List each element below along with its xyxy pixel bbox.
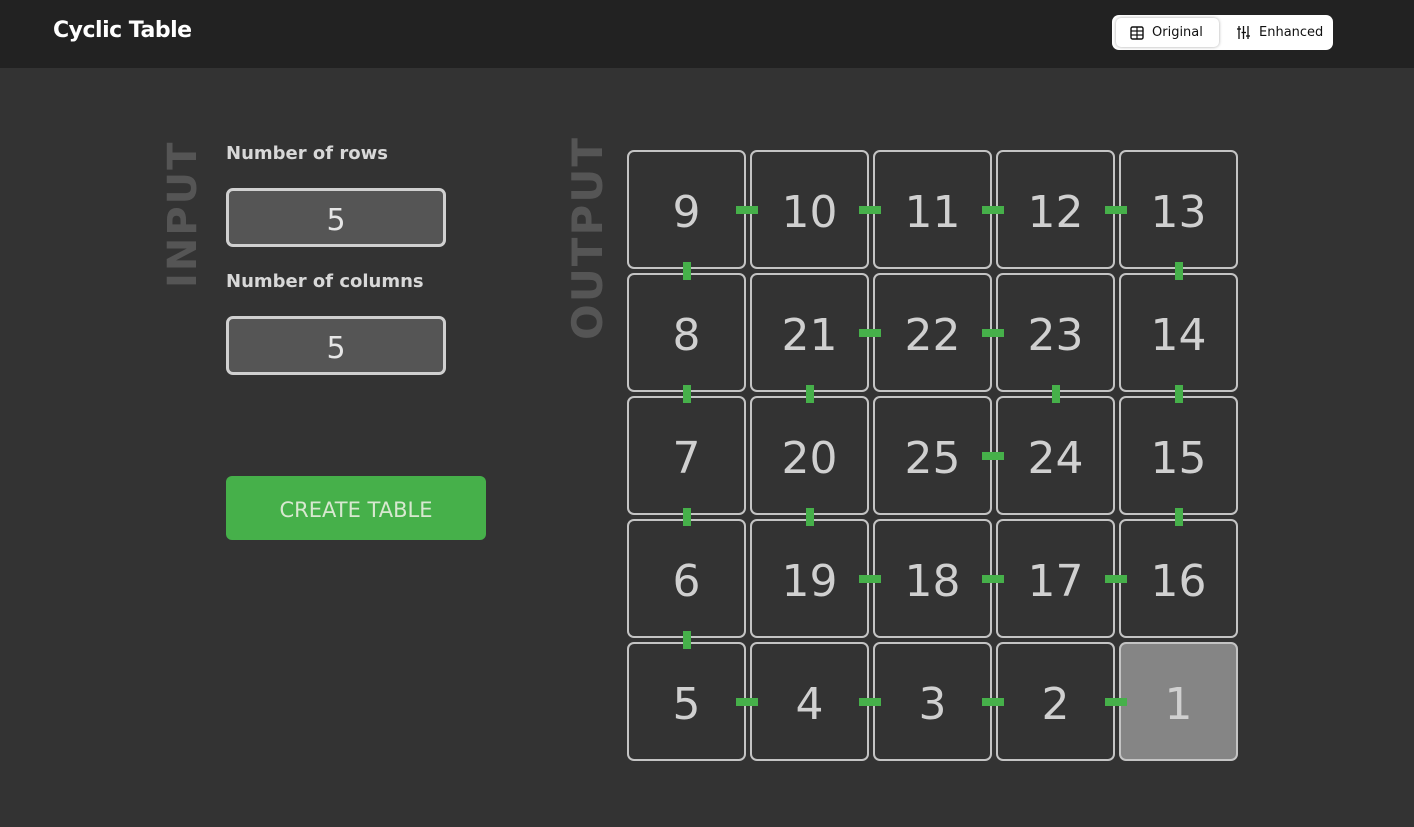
path-connector [806, 385, 814, 403]
input-section-label: INPUT [160, 140, 206, 288]
table-cell: 22 [873, 273, 992, 392]
path-connector [683, 385, 691, 403]
original-view-label: Original [1152, 25, 1203, 40]
table-cell: 12 [996, 150, 1115, 269]
columns-label: Number of columns [226, 271, 424, 292]
table-cell: 3 [873, 642, 992, 761]
path-connector [683, 262, 691, 280]
path-connector [859, 698, 881, 706]
path-connector [736, 206, 758, 214]
path-connector [683, 508, 691, 526]
path-connector [859, 575, 881, 583]
table-cell: 11 [873, 150, 992, 269]
table-cell: 18 [873, 519, 992, 638]
table-cell: 17 [996, 519, 1115, 638]
path-connector [1052, 385, 1060, 403]
columns-input[interactable] [226, 316, 446, 375]
table-cell: 5 [627, 642, 746, 761]
view-toggle: Original Enhanced [1112, 15, 1333, 50]
table-cell: 4 [750, 642, 869, 761]
table-cell: 1 [1119, 642, 1238, 761]
table-cell: 15 [1119, 396, 1238, 515]
table-cell: 9 [627, 150, 746, 269]
path-connector [806, 508, 814, 526]
path-connector [859, 206, 881, 214]
top-bar: Cyclic Table Original Enhanced [0, 0, 1414, 68]
table-cell: 8 [627, 273, 746, 392]
table-cell: 21 [750, 273, 869, 392]
table-cell: 25 [873, 396, 992, 515]
path-connector [982, 698, 1004, 706]
table-cell: 19 [750, 519, 869, 638]
table-cell: 13 [1119, 150, 1238, 269]
path-connector [982, 329, 1004, 337]
path-connector [859, 329, 881, 337]
table-cell: 20 [750, 396, 869, 515]
path-connector [683, 631, 691, 649]
cyclic-table-grid: 9 10 11 12 13 8 21 22 23 14 7 20 25 24 15 6 19 18 17 16 5 4 3 2… [627, 150, 1239, 762]
path-connector [1105, 575, 1127, 583]
path-connector [736, 698, 758, 706]
original-view-button[interactable]: Original [1116, 18, 1219, 47]
table-cell: 7 [627, 396, 746, 515]
rows-input[interactable] [226, 188, 446, 247]
path-connector [1105, 698, 1127, 706]
table-cell: 23 [996, 273, 1115, 392]
app-title: Cyclic Table [53, 18, 192, 43]
table-cell: 10 [750, 150, 869, 269]
path-connector [982, 452, 1004, 460]
path-connector [1175, 508, 1183, 526]
table-cell: 6 [627, 519, 746, 638]
output-section-label: OUTPUT [563, 136, 612, 340]
table-cell: 24 [996, 396, 1115, 515]
path-connector [1175, 262, 1183, 280]
table-cell: 14 [1119, 273, 1238, 392]
table-icon [1130, 25, 1144, 40]
enhanced-view-button[interactable]: Enhanced [1224, 18, 1330, 47]
path-connector [982, 575, 1004, 583]
path-connector [1175, 385, 1183, 403]
path-connector [982, 206, 1004, 214]
table-cell: 16 [1119, 519, 1238, 638]
table-cell: 2 [996, 642, 1115, 761]
rows-label: Number of rows [226, 143, 388, 164]
path-connector [1105, 206, 1127, 214]
enhanced-view-label: Enhanced [1259, 25, 1324, 40]
create-table-button[interactable]: CREATE TABLE [226, 476, 486, 540]
connected-grid-icon [1237, 26, 1250, 39]
